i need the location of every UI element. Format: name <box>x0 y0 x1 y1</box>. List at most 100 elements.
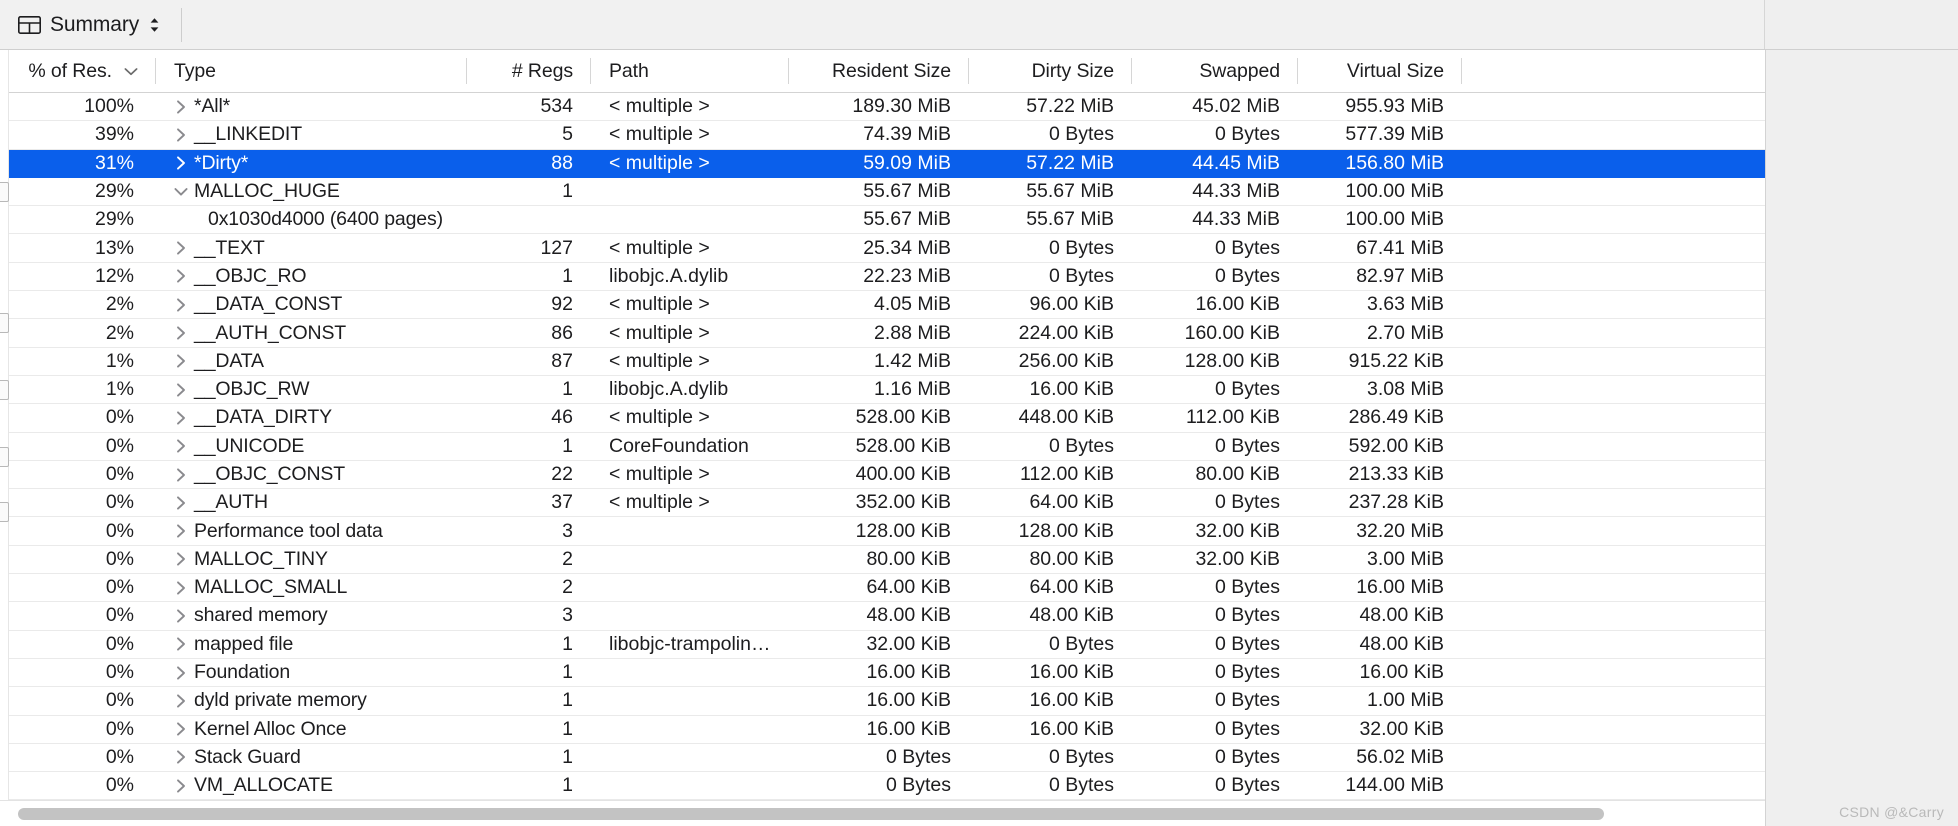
cell-percent-of-res: 12% <box>94 264 134 287</box>
cell-resident-size: 128.00 KiB <box>855 519 951 542</box>
cell-percent-of-res: 0% <box>105 661 134 684</box>
cell-type-label: __OBJC_RO <box>194 264 307 287</box>
column-header-dirty-size[interactable]: Dirty Size <box>969 50 1132 92</box>
cell-type: 0x1030d4000 (6400 pages) <box>156 208 467 231</box>
table-row[interactable]: 0% __DATA_DIRTY 46 < multiple > 528.00 KiB 44… <box>0 404 1958 433</box>
chevron-right-icon[interactable] <box>174 128 188 142</box>
chevron-right-icon[interactable] <box>174 383 188 397</box>
column-header-virtual-size[interactable]: Virtual Size <box>1298 50 1462 92</box>
column-header-path[interactable]: Path <box>591 50 789 92</box>
cell-virtual-size: 156.80 MiB <box>1345 151 1444 174</box>
cell-type: dyld private memory <box>156 689 467 712</box>
chevron-right-icon[interactable] <box>174 298 188 312</box>
chevron-right-icon[interactable] <box>174 609 188 623</box>
table-row[interactable]: 0% shared memory 3 48.00 KiB 48.00 KiB 0 Byte… <box>0 602 1958 631</box>
cell-swapped: 0 Bytes <box>1214 236 1280 259</box>
cell-type-label: __DATA_CONST <box>194 293 343 316</box>
cell-type: mapped file <box>156 633 467 656</box>
chevron-right-icon[interactable] <box>174 156 188 170</box>
chevron-right-icon[interactable] <box>174 779 188 793</box>
table-row[interactable]: 0% Foundation 1 16.00 KiB 16.00 KiB 0 Bytes 16… <box>0 659 1958 688</box>
chevron-right-icon[interactable] <box>174 637 188 651</box>
cell-num-regs: 1 <box>562 717 573 740</box>
cell-percent-of-res: 29% <box>94 180 134 203</box>
table-row[interactable]: 29% 0x1030d4000 (6400 pages) 55.67 MiB 55.6… <box>0 206 1958 235</box>
table-row[interactable]: 0% Performance tool data 3 128.00 KiB 128.00… <box>0 517 1958 546</box>
cell-resident-size: 48.00 KiB <box>866 604 951 627</box>
chevron-right-icon[interactable] <box>174 750 188 765</box>
cell-type-label: MALLOC_HUGE <box>194 180 340 203</box>
chevron-right-icon[interactable] <box>174 581 188 595</box>
horizontal-scrollbar-thumb[interactable] <box>18 808 1604 820</box>
table-row[interactable]: 2% __DATA_CONST 92 < multiple > 4.05 MiB 96.0… <box>0 291 1958 320</box>
cell-swapped: 112.00 KiB <box>1186 406 1280 429</box>
cell-dirty-size: 16.00 KiB <box>1029 689 1114 712</box>
column-header-swapped[interactable]: Swapped <box>1132 50 1298 92</box>
chevron-right-icon[interactable] <box>174 326 188 340</box>
cell-type: __OBJC_RO <box>156 265 467 288</box>
chevron-right-icon[interactable] <box>174 411 188 425</box>
cell-swapped: 128.00 KiB <box>1184 349 1280 372</box>
cell-swapped: 32.00 KiB <box>1195 547 1280 570</box>
cell-type: Kernel Alloc Once <box>156 718 467 741</box>
cell-swapped: 0 Bytes <box>1214 632 1280 655</box>
toolbar-divider <box>181 7 183 42</box>
cell-type-label: shared memory <box>194 604 328 627</box>
table-row[interactable]: 0% __OBJC_CONST 22 < multiple > 400.00 KiB 11… <box>0 461 1958 490</box>
chevron-right-icon[interactable] <box>174 241 188 255</box>
cell-type-label: __AUTH_CONST <box>194 321 347 344</box>
chevron-right-icon[interactable] <box>174 354 188 368</box>
cell-resident-size: 55.67 MiB <box>863 180 951 203</box>
table-row[interactable]: 0% Kernel Alloc Once 1 16.00 KiB 16.00 KiB 0 … <box>0 716 1958 744</box>
table-body[interactable]: 100% *All* 534 < multiple > 189.30 MiB 57.22 … <box>0 93 1958 826</box>
cell-virtual-size: 100.00 MiB <box>1345 180 1444 203</box>
chevron-right-icon[interactable] <box>174 467 188 482</box>
table-row[interactable]: 29% MALLOC_HUGE 1 55.67 MiB 55.67 MiB 44.33 M… <box>0 178 1958 207</box>
table-row[interactable]: 39% __LINKEDIT 5 < multiple > 74.39 MiB 0 Byt… <box>0 121 1958 150</box>
cell-virtual-size: 1.00 MiB <box>1367 689 1444 712</box>
chevron-right-icon[interactable] <box>174 496 188 510</box>
table-row[interactable]: 12% __OBJC_RO 1 libobjc.A.dylib 22.23 MiB 0 B… <box>0 263 1958 292</box>
cell-dirty-size: 0 Bytes <box>1048 123 1114 146</box>
chevron-right-icon[interactable] <box>174 269 188 283</box>
horizontal-scrollbar[interactable] <box>0 800 1765 826</box>
chevron-down-icon[interactable] <box>174 187 188 197</box>
table-row[interactable]: 0% VM_ALLOCATE 1 0 Bytes 0 Bytes 0 Bytes 144.0… <box>0 772 1958 801</box>
cell-type-label: Stack Guard <box>194 745 301 768</box>
summary-popup-button[interactable]: Summary <box>16 8 171 42</box>
table-row[interactable]: 13% __TEXT 127 < multiple > 25.34 MiB 0 Bytes… <box>0 234 1958 263</box>
cell-dirty-size: 16.00 KiB <box>1029 717 1114 740</box>
column-header-percent-of-res[interactable]: % of Res. <box>0 50 156 92</box>
table-row[interactable]: 0% mapped file 1 libobjc-trampolin… 32.00 Ki… <box>0 631 1958 659</box>
table-row[interactable]: 31% *Dirty* 88 < multiple > 59.09 MiB 57.22 M… <box>0 149 1958 178</box>
table-row[interactable]: 0% __UNICODE 1 CoreFoundation 528.00 KiB 0 By… <box>0 433 1958 461</box>
table-row[interactable]: 0% MALLOC_TINY 2 80.00 KiB 80.00 KiB 32.00 Ki… <box>0 546 1958 575</box>
table-row[interactable]: 2% __AUTH_CONST 86 < multiple > 2.88 MiB 224.… <box>0 319 1958 348</box>
chevron-right-icon[interactable] <box>174 666 188 680</box>
column-header-type[interactable]: Type <box>156 50 467 92</box>
table-row[interactable]: 100% *All* 534 < multiple > 189.30 MiB 57.22 … <box>0 93 1958 122</box>
cell-num-regs: 1 <box>562 745 573 768</box>
cell-num-regs: 1 <box>562 689 573 712</box>
chevron-right-icon[interactable] <box>174 439 188 453</box>
column-header-resident-size[interactable]: Resident Size <box>789 50 969 92</box>
table-row[interactable]: 0% Stack Guard 1 0 Bytes 0 Bytes 0 Bytes 56.02… <box>0 744 1958 773</box>
chevron-right-icon[interactable] <box>174 722 188 736</box>
table-row[interactable]: 0% __AUTH 37 < multiple > 352.00 KiB 64.00 Ki… <box>0 489 1958 518</box>
chevron-right-icon[interactable] <box>174 100 188 114</box>
table-row[interactable]: 1% __DATA 87 < multiple > 1.42 MiB 256.00 KiB… <box>0 348 1958 376</box>
cell-percent-of-res: 2% <box>105 321 134 344</box>
cell-type-label: __DATA_DIRTY <box>194 406 332 429</box>
table-row[interactable]: 0% dyld private memory 1 16.00 KiB 16.00 KiB… <box>0 687 1958 716</box>
cell-resident-size: 0 Bytes <box>885 774 951 797</box>
column-header-num-regs[interactable]: # Regs <box>467 50 591 92</box>
watermark: CSDN @&Carry <box>1839 804 1944 820</box>
chevron-right-icon[interactable] <box>174 694 188 708</box>
table-row[interactable]: 1% __OBJC_RW 1 libobjc.A.dylib 1.16 MiB 16.00… <box>0 376 1958 405</box>
table-row[interactable]: 0% MALLOC_SMALL 2 64.00 KiB 64.00 KiB 0 Bytes… <box>0 574 1958 603</box>
column-header-label: Resident Size <box>831 59 951 82</box>
cell-dirty-size: 112.00 KiB <box>1020 463 1114 485</box>
chevron-right-icon[interactable] <box>174 524 188 538</box>
chevron-right-icon[interactable] <box>174 552 188 566</box>
cell-type: *All* <box>156 95 467 118</box>
